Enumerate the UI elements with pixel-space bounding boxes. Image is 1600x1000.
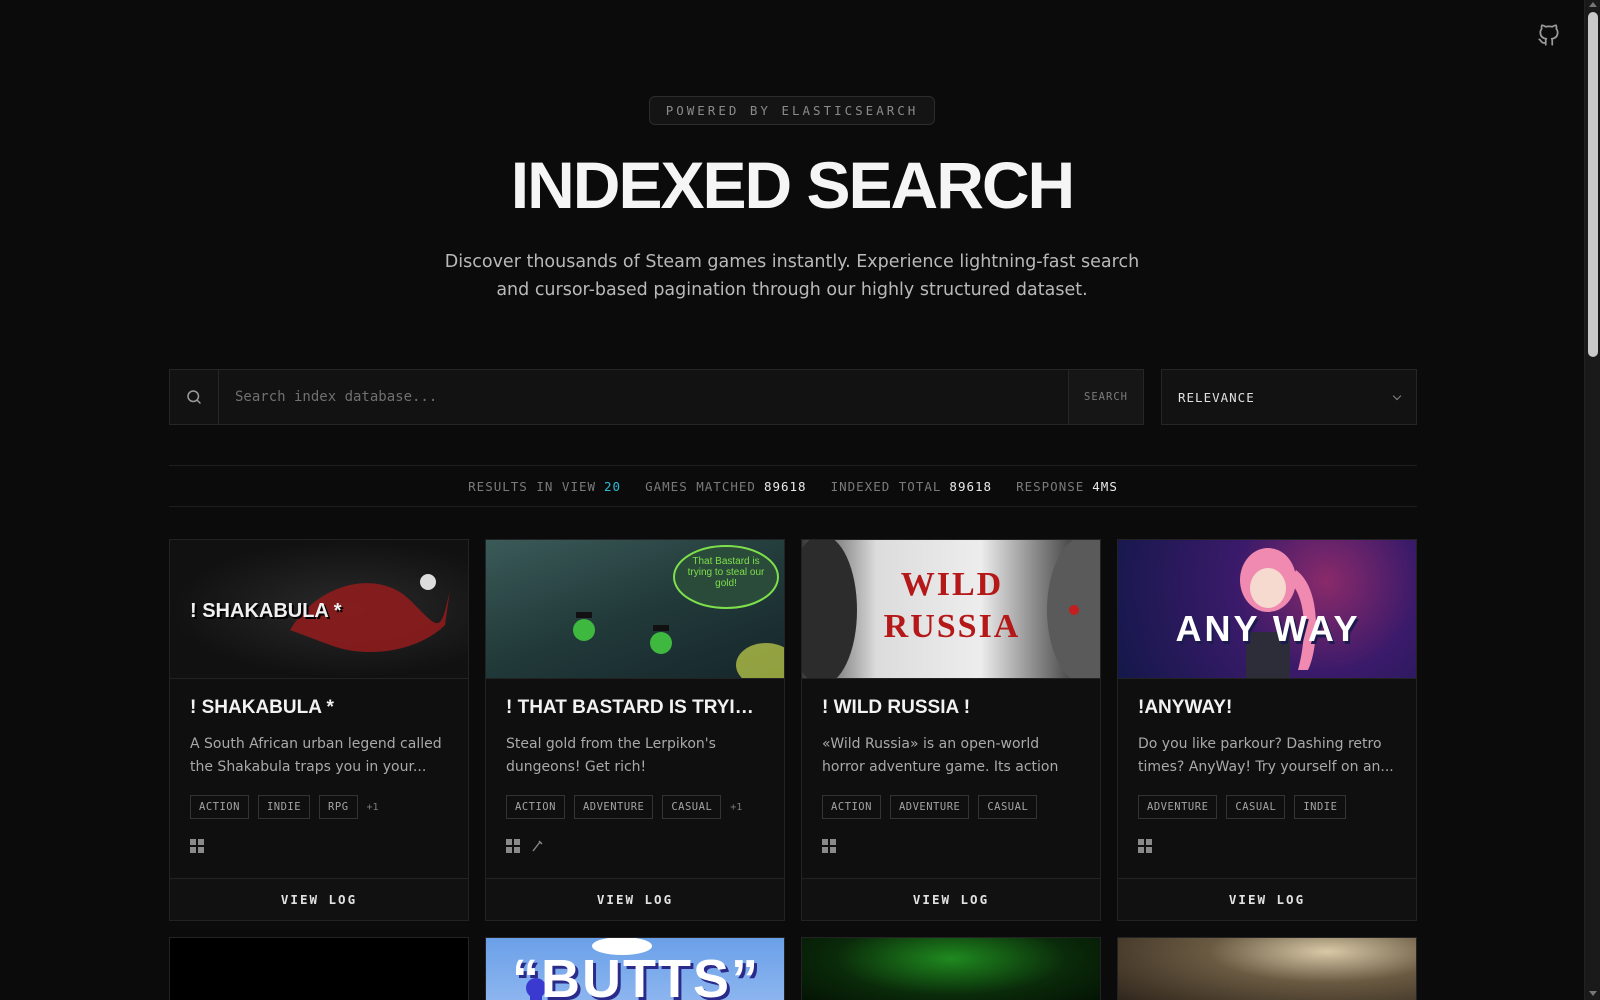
view-log-button[interactable]: VIEW LOG <box>802 878 1100 920</box>
card-description: Do you like parkour? Dashing retro times… <box>1138 736 1394 775</box>
tag-list: ACTION ADVENTURE CASUAL +1 <box>506 795 764 819</box>
scroll-down-arrow-icon[interactable] <box>1589 991 1597 996</box>
platform-list <box>822 839 1080 855</box>
tag-list: ADVENTURE CASUAL INDIE <box>1138 795 1396 819</box>
card-description: «Wild Russia» is an open-world horror ad… <box>822 736 1059 775</box>
platform-list <box>190 839 448 855</box>
scroll-thumb[interactable] <box>1588 12 1598 357</box>
card-title[interactable]: ! WILD RUSSIA ! <box>822 697 1080 719</box>
windows-icon <box>822 839 836 853</box>
view-log-button[interactable]: VIEW LOG <box>1118 878 1416 920</box>
page-scrollbar[interactable] <box>1584 0 1600 1000</box>
game-thumbnail[interactable]: WILD RUSSIA <box>802 540 1100 679</box>
game-card[interactable] <box>801 937 1101 1000</box>
card-title[interactable]: ! THAT BASTARD IS TRYING... <box>506 697 764 719</box>
hero-section: POWERED BY ELASTICSEARCH INDEXED SEARCH … <box>0 0 1584 304</box>
page-subtitle: Discover thousands of Steam games instan… <box>444 251 1140 300</box>
view-log-button[interactable]: VIEW LOG <box>170 878 468 920</box>
tag: INDIE <box>1294 795 1347 819</box>
thumbnail-text: ANY WAY <box>1175 608 1361 649</box>
tag: ACTION <box>506 795 565 819</box>
thumbnail-text: RUSSIA <box>883 608 1021 645</box>
tag: INDIE <box>257 795 311 819</box>
view-log-button[interactable]: VIEW LOG <box>486 878 784 920</box>
stat-response-time: RESPONSE 4MS <box>1016 478 1118 494</box>
card-description: Steal gold from the Lerpikon's dungeons!… <box>506 736 716 775</box>
tag: RPG <box>319 795 358 819</box>
game-thumbnail[interactable] <box>170 938 468 1000</box>
search-button[interactable]: SEARCH <box>1068 370 1143 424</box>
search-box: SEARCH <box>169 369 1144 425</box>
page-title: INDEXED SEARCH <box>510 148 1075 222</box>
game-card[interactable]: That Bastard is trying to steal our gold… <box>485 539 785 921</box>
platform-list <box>1138 839 1396 855</box>
tag: CASUAL <box>662 795 722 819</box>
game-thumbnail[interactable] <box>1118 938 1416 1000</box>
tag: ACTION <box>822 795 881 819</box>
tag: CASUAL <box>1226 795 1286 819</box>
game-thumbnail[interactable]: ! SHAKABULA * <box>170 540 468 679</box>
search-input[interactable] <box>219 370 1068 424</box>
search-icon <box>170 370 219 424</box>
game-card[interactable]: ANY WAY !ANYWAY! Do you like parkour? Da… <box>1117 539 1417 921</box>
tag: ADVENTURE <box>1138 795 1218 819</box>
tag: CASUAL <box>978 795 1038 819</box>
tag-list: ACTION INDIE RPG +1 <box>190 795 448 819</box>
thumbnail-text: That Bastard is trying to steal our gold… <box>687 556 765 589</box>
powered-by-badge: POWERED BY ELASTICSEARCH <box>648 96 936 125</box>
stat-indexed-total: INDEXED TOTAL 89618 <box>830 478 993 494</box>
game-thumbnail[interactable]: “BUTTS” <box>486 938 784 1000</box>
card-title[interactable]: !ANYWAY! <box>1138 697 1396 719</box>
thumbnail-text: ! SHAKABULA * <box>190 600 342 622</box>
card-description: A South African urban legend called the … <box>190 736 442 775</box>
tag: ADVENTURE <box>573 795 654 819</box>
game-thumbnail[interactable] <box>802 938 1100 1000</box>
stat-results-in-view: RESULTS IN VIEW 20 <box>468 478 622 494</box>
windows-icon <box>190 839 204 853</box>
card-title[interactable]: ! SHAKABULA * <box>190 697 448 719</box>
tag-list: ACTION ADVENTURE CASUAL <box>822 795 1080 819</box>
chevron-down-icon <box>1392 391 1402 400</box>
thumbnail-text: WILD <box>900 566 1004 603</box>
sort-select[interactable]: RELEVANCE <box>1161 369 1417 425</box>
search-bar: SEARCH RELEVANCE <box>169 369 1417 425</box>
scroll-up-arrow-icon[interactable] <box>1589 2 1597 7</box>
tag: ACTION <box>190 795 249 819</box>
more-tags-count: +1 <box>366 801 379 813</box>
platform-list <box>506 839 764 855</box>
sort-select-value: RELEVANCE <box>1178 389 1255 405</box>
windows-icon <box>506 839 520 853</box>
thumbnail-text: “BUTTS” <box>512 949 760 1000</box>
game-thumbnail[interactable]: ANY WAY <box>1118 540 1416 679</box>
windows-icon <box>1138 839 1152 853</box>
game-card[interactable]: WILD RUSSIA ! WILD RUSSIA ! «Wild Russia… <box>801 539 1101 921</box>
results-grid: ! SHAKABULA * ! SHAKABULA * A South Afri… <box>169 539 1417 1000</box>
steam-icon <box>532 840 543 852</box>
stat-games-matched: GAMES MATCHED 89618 <box>645 478 807 494</box>
stats-bar: RESULTS IN VIEW 20 GAMES MATCHED 89618 IND… <box>169 465 1417 507</box>
game-card[interactable] <box>1117 937 1417 1000</box>
game-card[interactable] <box>169 937 469 1000</box>
game-card[interactable]: “BUTTS” <box>485 937 785 1000</box>
more-tags-count: +1 <box>730 801 743 813</box>
game-thumbnail[interactable]: That Bastard is trying to steal our gold… <box>486 540 784 679</box>
tag: ADVENTURE <box>889 795 970 819</box>
game-card[interactable]: ! SHAKABULA * ! SHAKABULA * A South Afri… <box>169 539 469 921</box>
